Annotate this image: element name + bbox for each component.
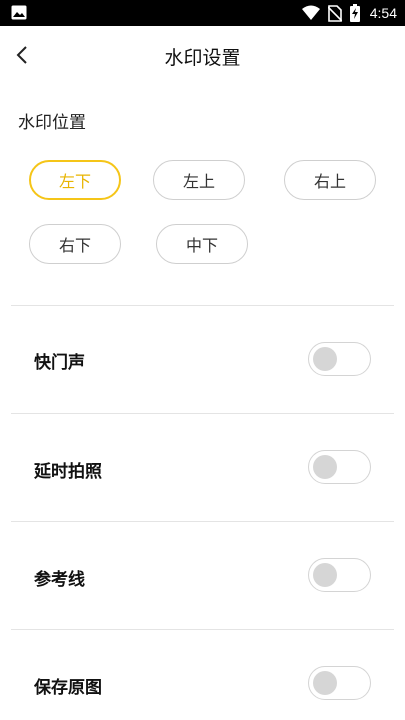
wifi-icon bbox=[301, 5, 320, 20]
save-original-toggle[interactable] bbox=[308, 666, 371, 700]
status-icons: 4:54 bbox=[301, 4, 397, 22]
battery-charging-icon bbox=[349, 4, 360, 22]
divider bbox=[11, 629, 394, 630]
toggle-knob bbox=[313, 671, 337, 695]
app-bar: 水印设置 bbox=[0, 26, 405, 84]
divider bbox=[11, 413, 394, 414]
image-icon bbox=[11, 5, 27, 20]
toggle-knob bbox=[313, 347, 337, 371]
status-bar: 4:54 bbox=[0, 0, 405, 26]
shutter-sound-label: 快门声 bbox=[34, 353, 85, 373]
status-time: 4:54 bbox=[369, 5, 397, 21]
position-top-left-button[interactable]: 左上 bbox=[153, 160, 245, 200]
grid-lines-toggle[interactable] bbox=[308, 558, 371, 592]
position-top-right-button[interactable]: 右上 bbox=[284, 160, 376, 200]
no-sim-icon bbox=[327, 4, 342, 22]
divider bbox=[11, 305, 394, 306]
save-original-label: 保存原图 bbox=[34, 678, 102, 698]
position-bottom-right-button[interactable]: 右下 bbox=[29, 224, 121, 264]
shutter-sound-toggle[interactable] bbox=[308, 342, 371, 376]
position-bottom-left-button[interactable]: 左下 bbox=[29, 160, 121, 200]
position-bottom-center-button[interactable]: 中下 bbox=[156, 224, 248, 264]
toggle-knob bbox=[313, 563, 337, 587]
toggle-knob bbox=[313, 455, 337, 479]
timer-photo-toggle[interactable] bbox=[308, 450, 371, 484]
divider bbox=[11, 521, 394, 522]
timer-photo-label: 延时拍照 bbox=[34, 462, 102, 482]
watermark-position-title: 水印位置 bbox=[18, 113, 86, 133]
grid-lines-label: 参考线 bbox=[34, 570, 85, 590]
page-title: 水印设置 bbox=[164, 47, 241, 69]
